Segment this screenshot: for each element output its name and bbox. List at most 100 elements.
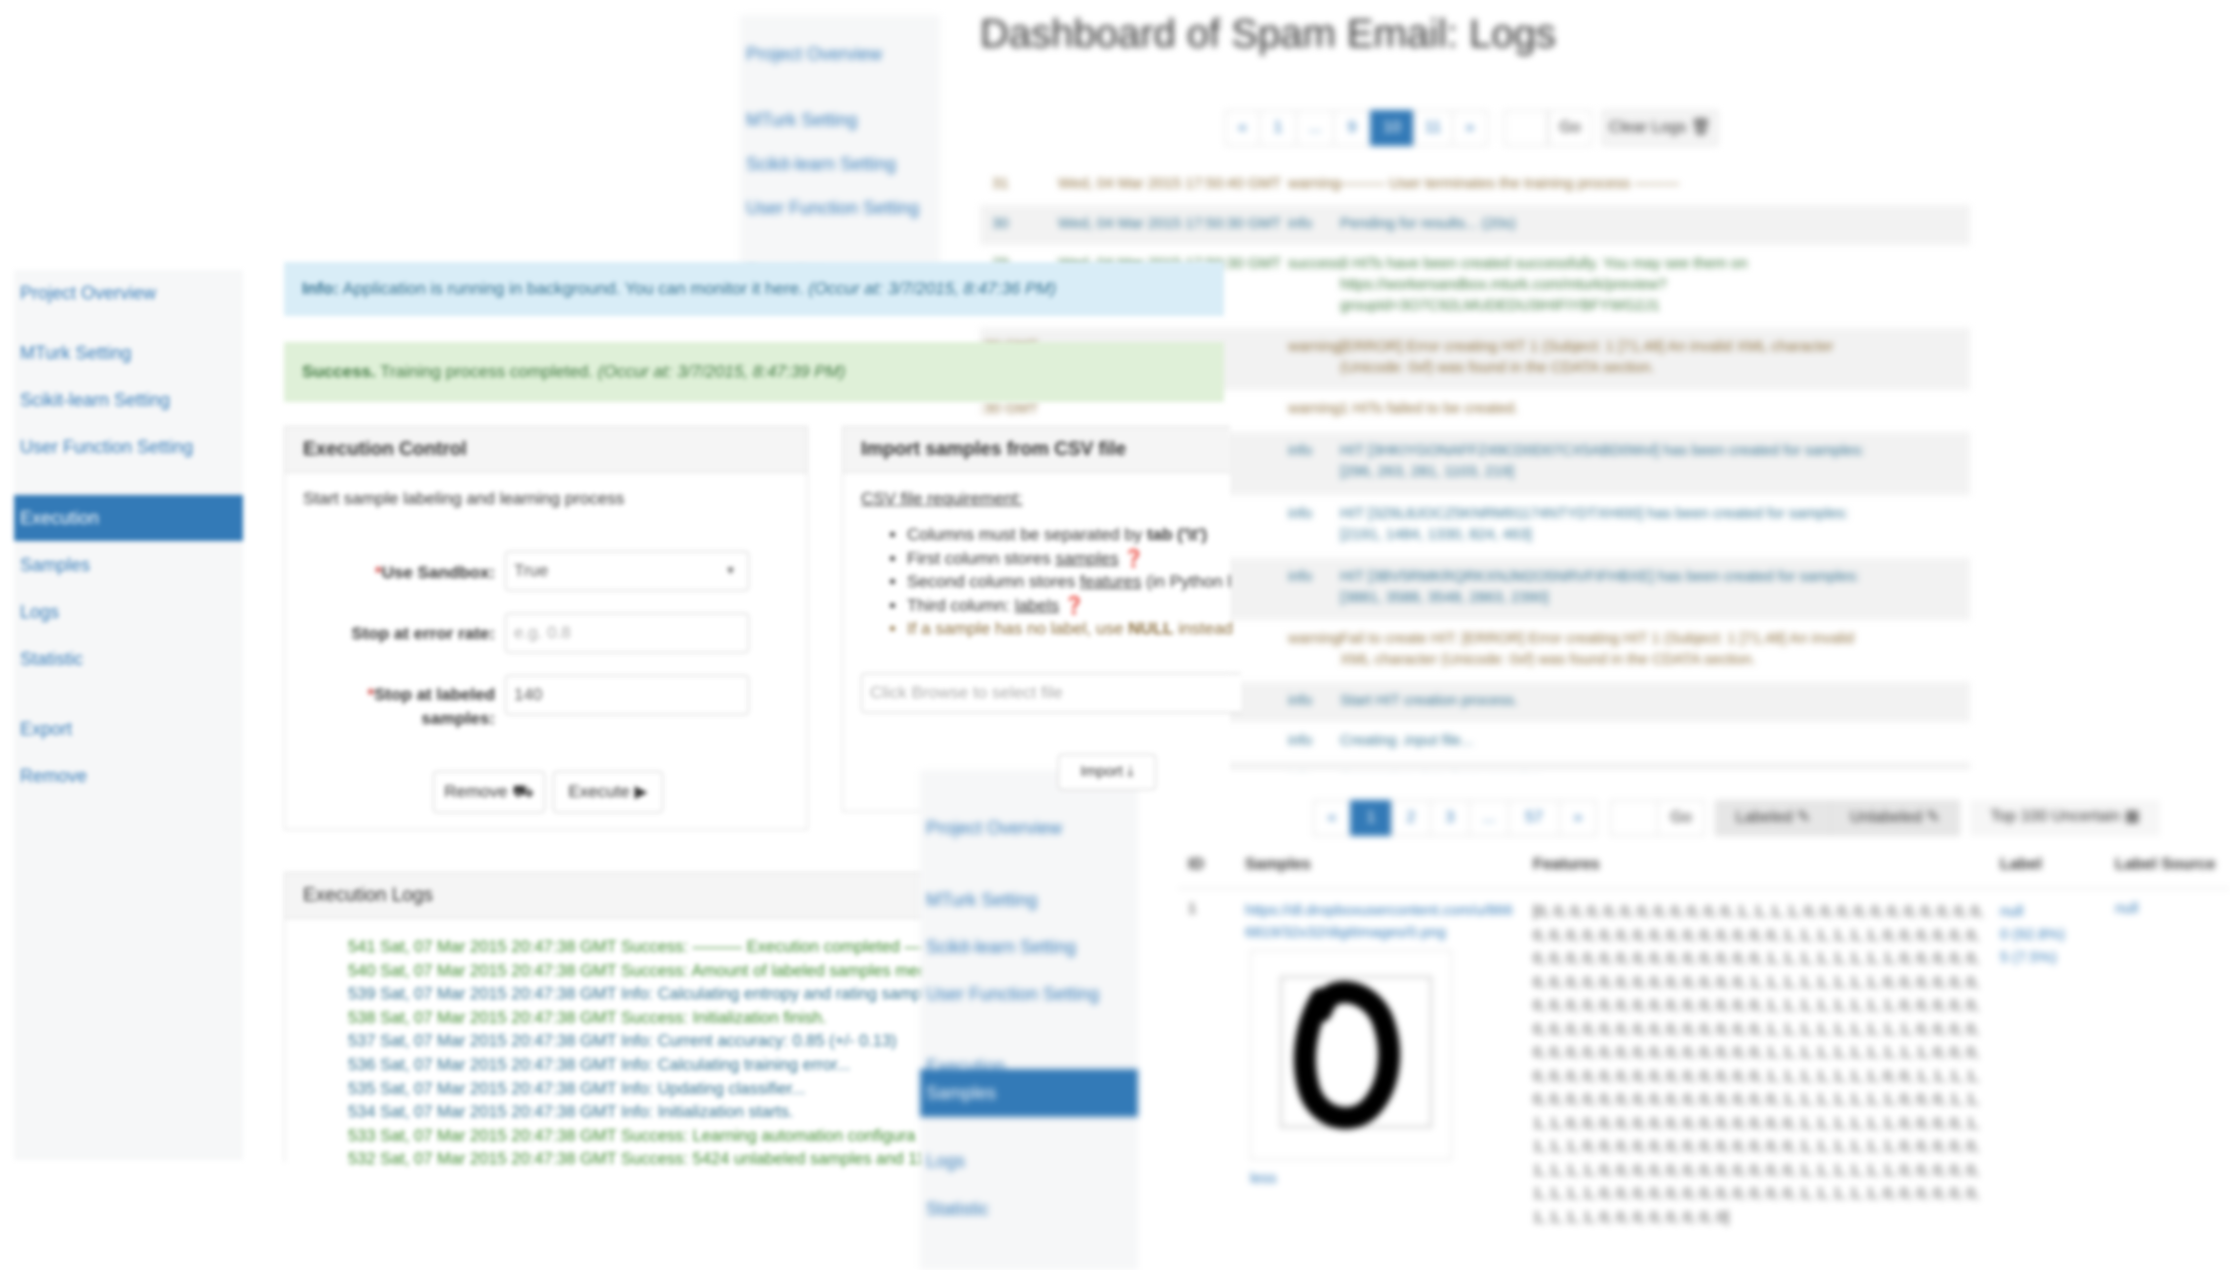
- execution-control-title: Execution Control: [285, 427, 807, 473]
- samples-page-input[interactable]: [1610, 800, 1658, 836]
- features-help-link[interactable]: features: [1080, 572, 1141, 591]
- execute-button[interactable]: Execute ▶: [553, 771, 663, 813]
- sandbox-label: *Use Sandbox:: [375, 563, 495, 582]
- success-alert-label: Success.: [302, 362, 376, 381]
- samples-sidebar-item-samples[interactable]: Samples: [920, 1069, 1138, 1117]
- logs-page-11[interactable]: 11: [1413, 110, 1453, 146]
- col-label-source-header: Label Source: [2115, 856, 2216, 873]
- error-rate-input[interactable]: e.g. 0.8: [505, 613, 749, 653]
- log-row-message: Pending for results... (20s): [1340, 215, 1516, 232]
- sample-url-link[interactable]: https://dl.dropboxusercontent.com/u/8666…: [1245, 900, 1515, 944]
- log-row-message: HIT [3BV5RMKRQRKXNJM2O5NRVFIFHBXE] has b…: [1340, 568, 1860, 606]
- samples-page-2[interactable]: 2: [1391, 800, 1431, 836]
- less-link[interactable]: less: [1250, 1170, 1277, 1187]
- samples-sidebar-item-scikit[interactable]: Scikit-learn Setting: [920, 924, 1138, 970]
- logs-page-prev[interactable]: «: [1225, 110, 1260, 146]
- sandbox-select-value: True: [514, 561, 549, 580]
- top100-uncertain-button[interactable]: Top 100 Uncertain ▦: [1970, 800, 2160, 836]
- log-row-message: ——— User terminates the training process…: [1340, 175, 1680, 192]
- execution-control-panel: Execution Control Start sample labeling …: [284, 426, 808, 830]
- remove-icon: ⛟: [512, 782, 534, 801]
- pencil-icon: ✎: [1926, 809, 1940, 826]
- execution-log-line: 537 Sat, 07 Mar 2015 20:47:38 GMT Info: …: [348, 1032, 897, 1051]
- samples-page-3[interactable]: 3: [1430, 800, 1470, 836]
- logs-page-10[interactable]: 10: [1370, 110, 1414, 146]
- sidebar-item-scikit[interactable]: Scikit-learn Setting: [14, 377, 243, 423]
- sidebar-item-userfunc[interactable]: User Function Setting: [14, 424, 243, 470]
- execute-button-label: Execute: [568, 782, 630, 801]
- col-label-header: Label: [2000, 856, 2042, 873]
- log-row-message: HIT [3Z6L8JOCZ5KNRM91174NTYDTXHI00] has …: [1340, 505, 1849, 543]
- sidebar-item-statistic[interactable]: Statistic: [14, 636, 243, 682]
- digit-zero-image: [1280, 976, 1432, 1129]
- csv-req-2: First column stores samples ❓: [907, 547, 1233, 571]
- col-features-header: Features: [1533, 856, 1600, 873]
- csv-requirement-label: CSV file requirement:: [861, 489, 1023, 508]
- samples-sidebar-item-mturk[interactable]: MTurk Setting: [920, 877, 1138, 923]
- sidebar-item-execution[interactable]: Execution: [14, 495, 243, 541]
- log-row-message: 1 HITs failed to be created.: [1340, 400, 1519, 417]
- sidebar-item-remove[interactable]: Remove: [14, 753, 243, 799]
- labeled-samples-input[interactable]: 140: [505, 675, 749, 715]
- question-circle-icon[interactable]: ❓: [1123, 549, 1144, 568]
- question-circle-icon[interactable]: ❓: [1064, 596, 1085, 615]
- samples-sidebar-item-export[interactable]: Export: [920, 1256, 1138, 1270]
- info-alert-text: Application is running in background. Yo…: [342, 279, 804, 298]
- trash-icon: 🗑: [1690, 119, 1712, 136]
- logs-page-input[interactable]: [1504, 110, 1548, 146]
- execution-control-subtitle: Start sample labeling and learning proce…: [303, 489, 625, 508]
- remove-button-label: Remove: [444, 782, 508, 801]
- pencil-icon: ✎: [1797, 809, 1811, 826]
- import-button[interactable]: Import ⤓: [1058, 754, 1156, 790]
- execution-log-line: 538 Sat, 07 Mar 2015 20:47:38 GMT Succes…: [348, 1008, 827, 1027]
- sidebar-item-mturk[interactable]: MTurk Setting: [14, 330, 243, 376]
- csv-file-input[interactable]: Click Browse to select file: [861, 673, 1241, 713]
- sample-label: null 0 (92.8%) 5 (7.5%): [2000, 903, 2066, 966]
- logs-page-1[interactable]: 1: [1259, 110, 1297, 146]
- execution-log-line: 541 Sat, 07 Mar 2015 20:47:38 GMT Succes…: [348, 938, 954, 956]
- caret-down-icon: ▼: [725, 565, 736, 577]
- info-alert-time: (Occur at: 3/7/2015, 8:47:36 PM): [808, 279, 1057, 298]
- samples-page-57[interactable]: 57: [1508, 800, 1560, 836]
- import-panel-title: Import samples from CSV file: [843, 427, 1230, 473]
- sample-image: [1250, 950, 1452, 1160]
- remove-button[interactable]: Remove ⛟: [433, 771, 545, 813]
- sidebar-item-overview[interactable]: Project Overview: [14, 270, 243, 316]
- samples-help-link[interactable]: samples: [1055, 549, 1118, 568]
- log-row-message: 3 HITs have been created successfully. Y…: [1340, 255, 1748, 314]
- logs-go-button[interactable]: Go: [1548, 110, 1592, 146]
- logs-page-9[interactable]: 9: [1333, 110, 1371, 146]
- execution-log-line: 535 Sat, 07 Mar 2015 20:47:38 GMT Info: …: [348, 1079, 806, 1098]
- logs-page-ellipsis: ...: [1296, 110, 1334, 146]
- samples-sidebar-item-statistic[interactable]: Statistic: [920, 1186, 1138, 1232]
- log-row-message: Creating .input file...: [1340, 732, 1474, 749]
- sandbox-select[interactable]: True ▼: [505, 551, 749, 591]
- logs-page-next[interactable]: »: [1452, 110, 1488, 146]
- main-sidebar: Project Overview MTurk Setting Scikit-le…: [14, 270, 243, 1160]
- csv-req-1: Columns must be separated by tab ('\t'): [907, 523, 1233, 547]
- sidebar-item-export[interactable]: Export: [14, 706, 243, 752]
- sidebar-item-samples[interactable]: Samples: [14, 542, 243, 588]
- sidebar-item-logs[interactable]: Logs: [14, 589, 243, 635]
- labels-help-link[interactable]: labels: [1015, 596, 1059, 615]
- execution-log-line: 540 Sat, 07 Mar 2015 20:47:38 GMT Succes…: [348, 961, 941, 980]
- error-rate-label: Stop at error rate:: [351, 624, 495, 643]
- sample-row-id: 1: [1188, 900, 1197, 917]
- samples-sidebar-item-overview[interactable]: Project Overview: [920, 805, 1138, 851]
- log-row-message: Start HIT creation process.: [1340, 692, 1519, 709]
- log-row-message: Fail to create HIT: [ERROR] Error creati…: [1340, 630, 1855, 668]
- samples-sidebar-item-userfunc[interactable]: User Function Setting: [920, 971, 1138, 1017]
- csv-req-4: Third column: labels ❓: [907, 594, 1233, 618]
- samples-page-next[interactable]: »: [1559, 800, 1597, 836]
- unlabeled-filter-button[interactable]: Unlabeled ✎: [1830, 800, 1960, 836]
- clear-logs-button[interactable]: Clear Logs 🗑: [1602, 110, 1718, 146]
- samples-go-button[interactable]: Go: [1657, 800, 1705, 836]
- col-samples-header: Samples: [1245, 856, 1311, 873]
- samples-page-1[interactable]: 1: [1350, 800, 1392, 836]
- table-header-divider: [1178, 888, 2230, 889]
- log-row-message: [ERROR] Error creating HIT 1 (Subject: 1…: [1340, 338, 1834, 376]
- labeled-filter-button[interactable]: Labeled ✎: [1715, 800, 1831, 836]
- samples-page-prev[interactable]: «: [1313, 800, 1351, 836]
- csv-req-5: If a sample has no label, use NULL inste…: [907, 617, 1233, 641]
- samples-sidebar-item-logs[interactable]: Logs: [920, 1138, 1138, 1184]
